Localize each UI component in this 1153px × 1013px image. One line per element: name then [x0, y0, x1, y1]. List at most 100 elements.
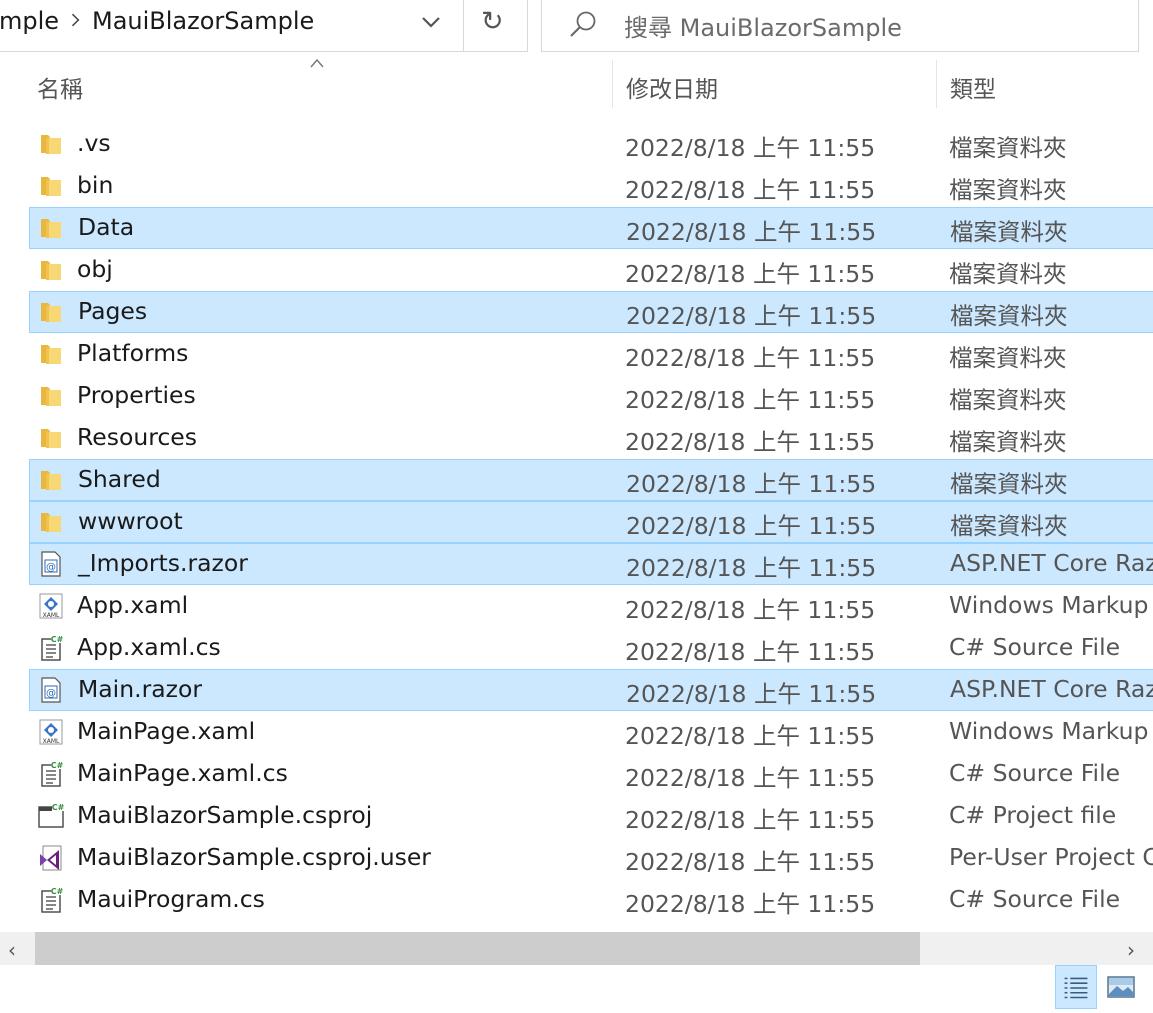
file-row[interactable]: C# MauiProgram.cs 2022/8/18 上午 11:55 C# Sou…: [29, 879, 1153, 921]
file-row[interactable]: Properties 2022/8/18 上午 11:55 檔案資料夾: [29, 375, 1153, 417]
file-type: 檔案資料夾: [949, 176, 1067, 204]
file-modified-date: 2022/8/18 上午 11:55: [625, 260, 876, 288]
details-view-button[interactable]: [1055, 965, 1097, 1009]
file-type: Windows Markup: [949, 591, 1149, 619]
file-row[interactable]: @ Main.razor 2022/8/18 上午 11:55 ASP.NET Cor…: [29, 669, 1153, 711]
breadcrumb-current[interactable]: MauiBlazorSample: [92, 7, 314, 35]
file-type: C# Source File: [949, 759, 1121, 787]
column-header-date[interactable]: 修改日期: [626, 70, 718, 104]
file-row[interactable]: Shared 2022/8/18 上午 11:55 檔案資料夾: [29, 459, 1153, 501]
scroll-left-arrow-icon[interactable]: ‹: [8, 938, 16, 962]
file-type: ASP.NET Core Razor: [950, 549, 1153, 577]
svg-text:C#: C#: [51, 761, 64, 770]
file-name: .vs: [77, 129, 111, 157]
file-row[interactable]: Platforms 2022/8/18 上午 11:55 檔案資料夾: [29, 333, 1153, 375]
file-row[interactable]: Resources 2022/8/18 上午 11:55 檔案資料夾: [29, 417, 1153, 459]
file-name: _Imports.razor: [78, 549, 248, 577]
svg-text:C#: C#: [52, 803, 65, 812]
large-icons-view-button[interactable]: [1100, 965, 1142, 1009]
file-row[interactable]: wwwroot 2022/8/18 上午 11:55 檔案資料夾: [29, 501, 1153, 543]
folder-icon: [37, 256, 65, 284]
file-row[interactable]: MauiBlazorSample.csproj.user 2022/8/18 上午…: [29, 837, 1153, 879]
file-name: Resources: [77, 423, 198, 451]
file-name: Properties: [77, 381, 196, 409]
file-name: Shared: [78, 465, 161, 493]
svg-text:@: @: [46, 688, 56, 699]
column-header-name[interactable]: 名稱: [37, 70, 83, 104]
file-name: bin: [77, 171, 114, 199]
chevron-right-icon: [66, 13, 80, 27]
file-type: 檔案資料夾: [950, 470, 1068, 498]
file-modified-date: 2022/8/18 上午 11:55: [626, 680, 877, 708]
file-row[interactable]: C# MainPage.xaml.cs 2022/8/18 上午 11:55 C# S…: [29, 753, 1153, 795]
file-name: MainPage.xaml.cs: [77, 759, 288, 787]
column-divider[interactable]: [936, 60, 937, 108]
refresh-icon[interactable]: ↻: [481, 6, 504, 37]
svg-text:XAML: XAML: [43, 738, 60, 745]
file-row[interactable]: Data 2022/8/18 上午 11:55 檔案資料夾: [29, 207, 1153, 249]
address-bar[interactable]: mple MauiBlazorSample ↻: [0, 0, 528, 52]
breadcrumb-parent[interactable]: mple: [0, 7, 59, 35]
file-name: App.xaml: [77, 591, 189, 619]
svg-text:C#: C#: [51, 887, 64, 896]
file-modified-date: 2022/8/18 上午 11:55: [625, 722, 876, 750]
file-type: ASP.NET Core Razor: [950, 675, 1153, 703]
folder-icon: [37, 508, 65, 536]
file-row[interactable]: C# App.xaml.cs 2022/8/18 上午 11:55 C# Source…: [29, 627, 1153, 669]
file-type: 檔案資料夾: [949, 428, 1067, 456]
csproj-file-icon: C#: [37, 802, 65, 830]
file-row[interactable]: XAML MainPage.xaml 2022/8/18 上午 11:55 Windo…: [29, 711, 1153, 753]
file-type: C# Source File: [949, 633, 1121, 661]
file-modified-date: 2022/8/18 上午 11:55: [626, 218, 877, 246]
file-modified-date: 2022/8/18 上午 11:55: [625, 764, 876, 792]
file-type: 檔案資料夾: [950, 512, 1068, 540]
column-header-type[interactable]: 類型: [950, 70, 996, 104]
file-name: MainPage.xaml: [77, 717, 256, 745]
file-type: Per-User Project C: [949, 843, 1153, 871]
file-modified-date: 2022/8/18 上午 11:55: [626, 512, 877, 540]
file-modified-date: 2022/8/18 上午 11:55: [625, 344, 876, 372]
file-name: MauiBlazorSample.csproj: [77, 801, 373, 829]
file-modified-date: 2022/8/18 上午 11:55: [625, 806, 876, 834]
file-modified-date: 2022/8/18 上午 11:55: [626, 470, 877, 498]
file-row[interactable]: C# MauiBlazorSample.csproj 2022/8/18 上午 11…: [29, 795, 1153, 837]
folder-icon: [37, 214, 65, 242]
file-modified-date: 2022/8/18 上午 11:55: [626, 554, 877, 582]
folder-icon: [37, 130, 65, 158]
file-row[interactable]: @ _Imports.razor 2022/8/18 上午 11:55 ASP.NET…: [29, 543, 1153, 585]
folder-icon: [37, 172, 65, 200]
xaml-file-icon: XAML: [37, 592, 65, 620]
details-view-icon: [1064, 977, 1088, 999]
file-name: Data: [78, 213, 135, 241]
svg-text:@: @: [46, 562, 56, 573]
visual-studio-file-icon: [37, 844, 65, 872]
csharp-file-icon: C#: [37, 886, 65, 914]
search-input[interactable]: 搜尋 MauiBlazorSample: [624, 8, 902, 43]
file-row[interactable]: Pages 2022/8/18 上午 11:55 檔案資料夾: [29, 291, 1153, 333]
file-name: obj: [77, 255, 113, 283]
file-name: Pages: [78, 297, 148, 325]
file-row[interactable]: .vs 2022/8/18 上午 11:55 檔案資料夾: [29, 123, 1153, 165]
folder-icon: [37, 340, 65, 368]
horizontal-scrollbar[interactable]: ‹ ›: [0, 932, 1153, 965]
file-name: Main.razor: [78, 675, 203, 703]
file-type: 檔案資料夾: [949, 134, 1067, 162]
scroll-right-arrow-icon[interactable]: ›: [1127, 938, 1135, 962]
file-row[interactable]: XAML App.xaml 2022/8/18 上午 11:55 Windows Ma…: [29, 585, 1153, 627]
column-divider[interactable]: [612, 60, 613, 108]
scrollbar-thumb[interactable]: [35, 932, 920, 965]
file-row[interactable]: obj 2022/8/18 上午 11:55 檔案資料夾: [29, 249, 1153, 291]
file-type: 檔案資料夾: [950, 218, 1068, 246]
file-name: MauiBlazorSample.csproj.user: [77, 843, 431, 871]
xaml-file-icon: XAML: [37, 718, 65, 746]
file-name: App.xaml.cs: [77, 633, 221, 661]
folder-icon: [37, 382, 65, 410]
file-row[interactable]: bin 2022/8/18 上午 11:55 檔案資料夾: [29, 165, 1153, 207]
file-name: wwwroot: [78, 507, 183, 535]
file-type: Windows Markup: [949, 717, 1149, 745]
chevron-down-icon[interactable]: [419, 10, 443, 34]
svg-text:C#: C#: [51, 635, 64, 644]
large-icons-view-icon: [1107, 976, 1135, 998]
razor-file-icon: @: [37, 676, 65, 704]
search-box[interactable]: 搜尋 MauiBlazorSample: [541, 0, 1139, 52]
